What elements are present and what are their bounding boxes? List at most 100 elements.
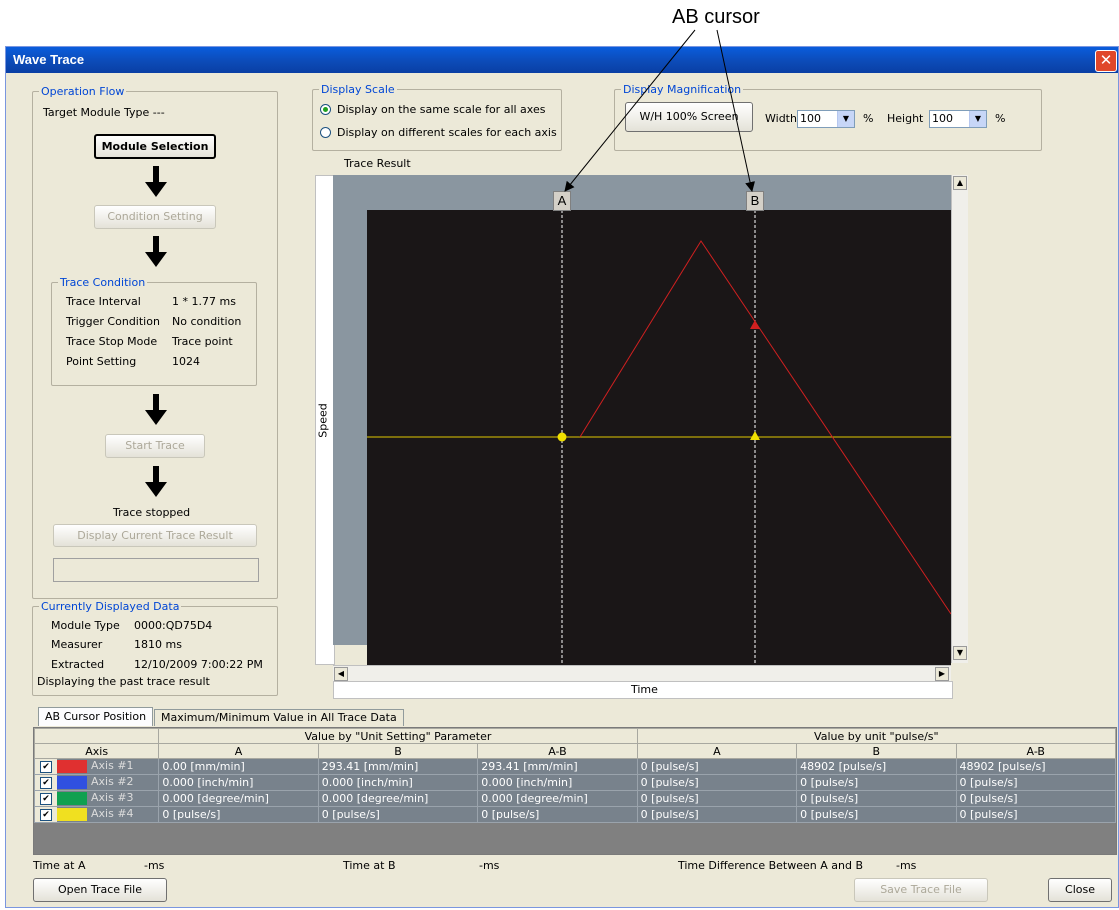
display-scale-title: Display Scale	[319, 83, 397, 96]
axis-column-header: Axis	[33, 743, 160, 759]
axis-4-unit-b: 0 [pulse/s]	[317, 806, 479, 823]
axis-4-color-swatch	[57, 808, 87, 821]
axis-1-unit-ab: 293.41 [mm/min]	[477, 758, 638, 775]
window-close-button[interactable]: ✕	[1095, 50, 1117, 72]
down-arrow-icon	[145, 236, 167, 267]
cursor-b-handle[interactable]: B	[746, 191, 764, 211]
module-type-label: Module Type	[51, 619, 120, 632]
measurer-label: Measurer	[51, 638, 103, 651]
trace-plot	[367, 210, 951, 665]
tab-ab-cursor-position[interactable]: AB Cursor Position	[38, 707, 154, 726]
open-trace-file-button[interactable]: Open Trace File	[33, 878, 167, 902]
same-scale-radio[interactable]	[320, 104, 331, 115]
vertical-scrollbar[interactable]: ▲ ▼	[951, 175, 968, 663]
height-label: Height	[887, 112, 924, 125]
width-select[interactable]: 100 ▼	[797, 110, 855, 128]
axis-2-color-swatch	[57, 776, 87, 789]
col-ab-header: A-B	[955, 743, 1117, 759]
display-current-trace-result-button[interactable]: Display Current Trace Result	[53, 524, 257, 547]
axis-3-pulse-a: 0 [pulse/s]	[636, 790, 798, 807]
wave-trace-window: Wave Trace ✕ Operation Flow Target Modul…	[5, 46, 1119, 908]
scroll-right-button[interactable]: ▶	[935, 667, 949, 681]
axis-4-pulse-ab: 0 [pulse/s]	[955, 806, 1117, 823]
width-value: 100	[800, 112, 821, 125]
close-button[interactable]: Close	[1048, 878, 1112, 902]
trace-result-title: Trace Result	[344, 157, 411, 170]
width-label: Width	[765, 112, 797, 125]
axis-2-pulse-b: 0 [pulse/s]	[796, 774, 957, 791]
scroll-down-button[interactable]: ▼	[953, 646, 967, 660]
different-scale-radio[interactable]	[320, 127, 331, 138]
progress-field	[53, 558, 259, 582]
trace-stop-mode-value: Trace point	[172, 335, 233, 348]
time-diff-value: -ms	[896, 859, 917, 872]
chevron-down-icon[interactable]: ▼	[969, 111, 986, 127]
extracted-label: Extracted	[51, 658, 105, 671]
axis-3-checkbox[interactable]: ✔	[40, 793, 52, 805]
height-select[interactable]: 100 ▼	[929, 110, 987, 128]
down-arrow-icon	[145, 394, 167, 425]
axis-4-pulse-b: 0 [pulse/s]	[796, 806, 957, 823]
cursor-b-yellow-marker	[750, 431, 760, 440]
col-b-header: B	[796, 743, 957, 759]
trace-status: Trace stopped	[113, 506, 191, 519]
axis-4-name: Axis #4	[91, 807, 134, 820]
width-unit: %	[863, 112, 874, 125]
axis-1-name: Axis #1	[91, 759, 134, 772]
cursor-a-marker	[557, 432, 567, 442]
axis-1-unit-b: 293.41 [mm/min]	[317, 758, 479, 775]
down-arrow-icon	[145, 466, 167, 497]
speed-axis-label-box: Speed	[315, 175, 335, 665]
start-trace-button[interactable]: Start Trace	[105, 434, 205, 458]
axis-2-checkbox[interactable]: ✔	[40, 777, 52, 789]
current-data-group: Currently Displayed Data Module Type 000…	[32, 600, 278, 696]
axis-1-color-swatch	[57, 760, 87, 773]
table-row: ✔ Axis #4 0 [pulse/s] 0 [pulse/s] 0 [puls…	[33, 806, 1117, 823]
axis-1-checkbox[interactable]: ✔	[40, 761, 52, 773]
axis-3-name: Axis #3	[91, 791, 134, 804]
chevron-down-icon[interactable]: ▼	[837, 111, 854, 127]
pulse-unit-group-header: Value by unit "pulse/s"	[636, 728, 1117, 744]
col-b-header: B	[317, 743, 479, 759]
axis-2-unit-ab: 0.000 [inch/min]	[477, 774, 638, 791]
trace-interval-label: Trace Interval	[66, 295, 141, 308]
col-ab-header: A-B	[477, 743, 638, 759]
time-at-a-value: -ms	[144, 859, 165, 872]
current-data-title: Currently Displayed Data	[39, 600, 182, 613]
axis-3-pulse-b: 0 [pulse/s]	[796, 790, 957, 807]
axis-2-pulse-ab: 0 [pulse/s]	[955, 774, 1117, 791]
time-axis-label: Time	[631, 683, 658, 696]
scroll-up-button[interactable]: ▲	[953, 176, 967, 190]
module-type-value: 0000:QD75D4	[134, 619, 213, 632]
display-scale-group: Display Scale Display on the same scale …	[312, 83, 562, 151]
table-row: ✔ Axis #2 0.000 [inch/min] 0.000 [inch/mi…	[33, 774, 1117, 791]
cursor-a-handle[interactable]: A	[553, 191, 571, 211]
unit-setting-group-header: Value by "Unit Setting" Parameter	[158, 728, 638, 744]
module-selection-button[interactable]: Module Selection	[94, 134, 216, 159]
scroll-left-button[interactable]: ◀	[334, 667, 348, 681]
save-trace-file-button[interactable]: Save Trace File	[854, 878, 988, 902]
axis-3-unit-b: 0.000 [degree/min]	[317, 790, 479, 807]
axis-3-unit-a: 0.000 [degree/min]	[158, 790, 319, 807]
horizontal-scrollbar[interactable]: ◀ ▶	[333, 665, 951, 682]
axis-1-unit-a: 0.00 [mm/min]	[158, 758, 319, 775]
display-magnification-title: Display Magnification	[621, 83, 744, 96]
past-trace-note: Displaying the past trace result	[37, 675, 210, 688]
axis-2-pulse-a: 0 [pulse/s]	[636, 774, 798, 791]
trigger-condition-value: No condition	[172, 315, 242, 328]
condition-setting-button[interactable]: Condition Setting	[94, 205, 216, 229]
tab-max-min-value[interactable]: Maximum/Minimum Value in All Trace Data	[154, 709, 404, 726]
axis-4-unit-ab: 0 [pulse/s]	[477, 806, 638, 823]
time-diff-label: Time Difference Between A and B	[678, 859, 864, 872]
trace-stop-mode-label: Trace Stop Mode	[66, 335, 158, 348]
height-value: 100	[932, 112, 953, 125]
table-row: ✔ Axis #1 0.00 [mm/min] 293.41 [mm/min] 2…	[33, 758, 1117, 775]
col-a-header: A	[158, 743, 319, 759]
wh-100-screen-button[interactable]: W/H 100% Screen	[625, 102, 753, 132]
axis-1-pulse-a: 0 [pulse/s]	[636, 758, 798, 775]
window-title: Wave Trace	[13, 52, 85, 67]
operation-flow-title: Operation Flow	[39, 85, 127, 98]
axis-1-pulse-ab: 48902 [pulse/s]	[955, 758, 1117, 775]
axis-4-checkbox[interactable]: ✔	[40, 809, 52, 821]
trace-condition-group: Trace Condition Trace Interval 1 * 1.77 …	[51, 276, 257, 386]
